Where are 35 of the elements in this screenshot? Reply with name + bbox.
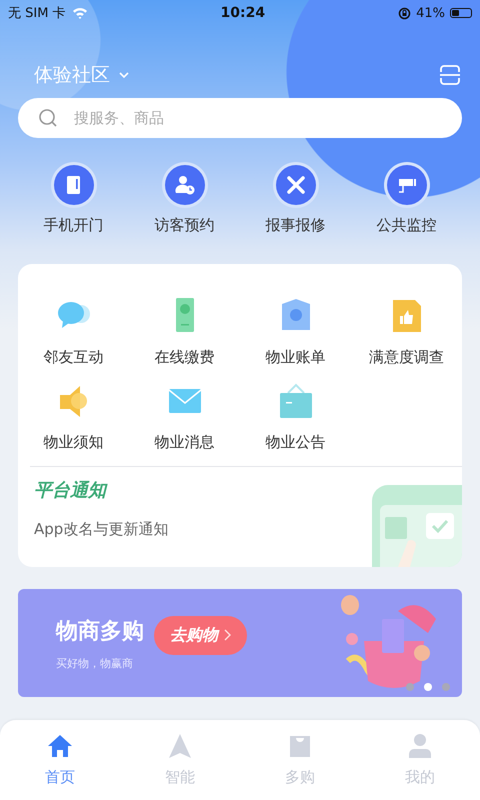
search-icon (38, 108, 58, 128)
battery-icon (450, 8, 472, 18)
quick-action[interactable]: 访客预约 (129, 162, 240, 252)
page-dot[interactable] (424, 683, 432, 691)
battery-percent: 41% (416, 6, 445, 20)
visitor-clock-icon (162, 162, 208, 208)
service-item[interactable]: 在线缴费 (129, 296, 240, 367)
chevron-down-icon[interactable] (118, 71, 130, 79)
service-item[interactable]: 物业消息 (129, 381, 240, 452)
home-icon (46, 732, 74, 760)
quick-action[interactable]: 公共监控 (351, 162, 462, 252)
quick-action[interactable]: 报事报修 (240, 162, 351, 252)
status-time: 10:24 (220, 5, 266, 21)
search-field[interactable]: 搜服务、商品 (18, 98, 462, 138)
rotation-lock-icon (398, 6, 412, 20)
scan-icon[interactable] (438, 63, 462, 87)
page-dot[interactable] (442, 683, 450, 691)
notice-text[interactable]: App改名与更新通知 (34, 520, 168, 538)
carrier-label: 无 SIM 卡 (8, 5, 66, 22)
navigation-arrow-icon (166, 732, 194, 760)
quick-action[interactable]: 手机开门 (18, 162, 129, 252)
door-icon (50, 162, 96, 208)
service-item[interactable]: 物业公告 (240, 381, 351, 452)
service-item[interactable]: 物业须知 (18, 381, 129, 452)
person-icon (406, 732, 434, 760)
banner-subtitle: 买好物，物赢商 (56, 656, 134, 670)
camera-icon (384, 162, 430, 208)
notice-title: 平台通知 (34, 478, 109, 502)
service-item[interactable]: 满意度调查 (351, 296, 462, 367)
wifi-icon (72, 7, 88, 19)
page-dot[interactable] (406, 683, 414, 691)
service-item[interactable]: 邻友互动 (18, 296, 129, 367)
banner-title: 物商多购 (56, 618, 144, 646)
chevron-right-icon (224, 629, 231, 641)
service-item[interactable]: 物业账单 (240, 296, 351, 367)
